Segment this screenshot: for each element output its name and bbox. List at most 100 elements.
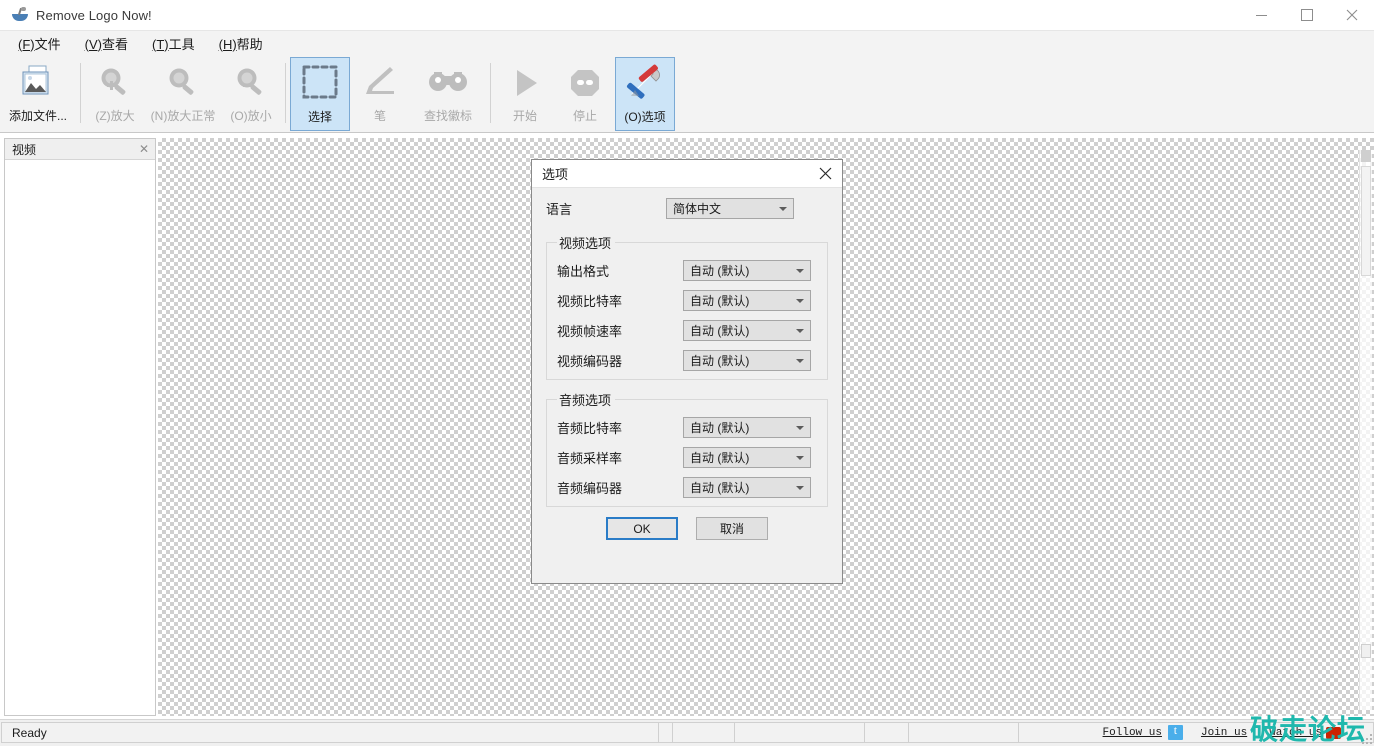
options-dialog: 选项 语言 简体中文 视频选项 输出格式 自动 (默认): [531, 159, 843, 584]
window-controls: [1239, 0, 1374, 30]
status-cell-3: [735, 722, 865, 743]
toolbar-zoom-in-button[interactable]: (Z)放大: [85, 57, 145, 131]
toolbar-find-logo-button[interactable]: 查找徽标: [410, 57, 486, 131]
stop-icon: [565, 61, 605, 105]
toolbar-options-label: (O)选项: [624, 108, 665, 125]
find-logo-icon: [426, 61, 470, 105]
app-logo-icon: [12, 7, 28, 23]
toolbar-add-file-button[interactable]: 添加文件...: [0, 57, 76, 131]
window-title: Remove Logo Now!: [36, 8, 152, 23]
twitter-icon[interactable]: [1168, 725, 1183, 740]
toolbar-options-button[interactable]: (O)选项: [615, 57, 675, 131]
output-format-select[interactable]: 自动 (默认): [683, 260, 811, 281]
marquee-select-icon: [299, 62, 341, 106]
toolbar-pen-button[interactable]: 笔: [350, 57, 410, 131]
toolbar-separator-3: [490, 63, 491, 123]
audio-samplerate-label: 音频采样率: [557, 448, 683, 467]
video-framerate-select[interactable]: 自动 (默认): [683, 320, 811, 341]
toolbar-zoom-normal-button[interactable]: (N)放大正常: [145, 57, 221, 131]
options-dialog-titlebar: 选项: [532, 160, 842, 188]
canvas-vertical-scrollbar[interactable]: [1359, 150, 1372, 710]
audio-encoder-label: 音频编码器: [557, 478, 683, 497]
audio-bitrate-select[interactable]: 自动 (默认): [683, 417, 811, 438]
options-tools-icon: [624, 62, 666, 106]
video-options-legend: 视频选项: [557, 233, 615, 252]
chevron-down-icon: [796, 426, 804, 430]
chevron-down-icon: [796, 456, 804, 460]
cancel-button[interactable]: 取消: [696, 517, 768, 540]
audio-options-legend: 音频选项: [557, 390, 615, 409]
scroll-up-arrow-icon[interactable]: [1361, 150, 1371, 162]
toolbar-start-button[interactable]: 开始: [495, 57, 555, 131]
output-format-row: 输出格式 自动 (默认): [557, 260, 817, 281]
language-row: 语言 简体中文: [546, 198, 828, 219]
status-social-cell: Follow us Join us Watch us: [1019, 722, 1374, 743]
toolbar: 添加文件... (Z)放大 (N)放大: [0, 55, 1374, 133]
options-dialog-close-icon[interactable]: [814, 163, 836, 185]
toolbar-separator-2: [285, 63, 286, 123]
menu-tools[interactable]: (T)工具: [152, 34, 195, 53]
language-select[interactable]: 简体中文: [666, 198, 794, 219]
toolbar-zoom-in-label: (Z)放大: [95, 107, 134, 124]
toolbar-stop-button[interactable]: 停止: [555, 57, 615, 131]
status-ready-text: Ready: [1, 722, 659, 743]
menu-help[interactable]: (H)帮助: [219, 34, 263, 53]
close-button[interactable]: [1329, 0, 1374, 30]
options-dialog-title: 选项: [542, 164, 814, 183]
video-framerate-value: 自动 (默认): [690, 322, 749, 339]
watch-us-link[interactable]: Watch us: [1269, 727, 1322, 739]
follow-us-link[interactable]: Follow us: [1103, 727, 1162, 739]
video-panel-body[interactable]: [5, 160, 155, 714]
audio-encoder-select[interactable]: 自动 (默认): [683, 477, 811, 498]
video-encoder-row: 视频编码器 自动 (默认): [557, 350, 817, 371]
video-bitrate-row: 视频比特率 自动 (默认): [557, 290, 817, 311]
scrollbar-thumb[interactable]: [1361, 166, 1371, 276]
toolbar-select-button[interactable]: 选择: [290, 57, 350, 131]
status-cell-5: [909, 722, 1019, 743]
status-cell-4: [865, 722, 909, 743]
audio-samplerate-row: 音频采样率 自动 (默认): [557, 447, 817, 468]
chevron-down-icon: [796, 359, 804, 363]
video-panel-title: 视频: [12, 141, 36, 158]
chevron-down-icon: [796, 329, 804, 333]
window-resize-grip[interactable]: [1357, 729, 1373, 745]
toolbar-start-label: 开始: [513, 107, 537, 124]
maximize-button[interactable]: [1284, 0, 1329, 30]
menu-view[interactable]: (V)查看: [85, 34, 128, 53]
chevron-down-icon: [796, 269, 804, 273]
minimize-button[interactable]: [1239, 0, 1284, 30]
application-window: Remove Logo Now! (F)文件 (V)查看 (T)工具 (H)帮助: [0, 0, 1374, 746]
youtube-icon[interactable]: [1326, 727, 1341, 739]
menu-bar: (F)文件 (V)查看 (T)工具 (H)帮助: [0, 31, 1374, 55]
toolbar-zoom-out-button[interactable]: (O)放小: [221, 57, 281, 131]
output-format-value: 自动 (默认): [690, 262, 749, 279]
menu-file[interactable]: (F)文件: [18, 34, 61, 53]
toolbar-select-label: 选择: [308, 108, 332, 125]
join-us-link[interactable]: Join us: [1201, 727, 1247, 739]
scrollbar-lower-marker[interactable]: [1361, 644, 1371, 658]
video-panel-header: 视频 ✕: [5, 139, 155, 160]
video-encoder-select[interactable]: 自动 (默认): [683, 350, 811, 371]
video-bitrate-select[interactable]: 自动 (默认): [683, 290, 811, 311]
toolbar-add-file-label: 添加文件...: [9, 107, 67, 124]
ok-button[interactable]: OK: [606, 517, 678, 540]
chevron-down-icon: [779, 207, 787, 211]
audio-options-group: 音频选项 音频比特率 自动 (默认) 音频采样率 自动 (默认): [546, 390, 828, 507]
zoom-normal-icon: [163, 61, 203, 105]
toolbar-zoom-out-label: (O)放小: [230, 107, 271, 124]
toolbar-zoom-normal-label: (N)放大正常: [151, 107, 216, 124]
audio-samplerate-select[interactable]: 自动 (默认): [683, 447, 811, 468]
video-encoder-label: 视频编码器: [557, 351, 683, 370]
pen-icon: [360, 61, 400, 105]
toolbar-pen-label: 笔: [374, 107, 386, 124]
chevron-down-icon: [796, 299, 804, 303]
audio-encoder-value: 自动 (默认): [690, 479, 749, 496]
zoom-out-icon: [231, 61, 271, 105]
video-framerate-row: 视频帧速率 自动 (默认): [557, 320, 817, 341]
language-select-value: 简体中文: [673, 200, 721, 217]
video-panel-close-icon[interactable]: ✕: [139, 143, 149, 155]
toolbar-separator-1: [80, 63, 81, 123]
status-cell-2: [673, 722, 735, 743]
add-file-icon: [18, 61, 58, 105]
language-label: 语言: [546, 199, 666, 218]
